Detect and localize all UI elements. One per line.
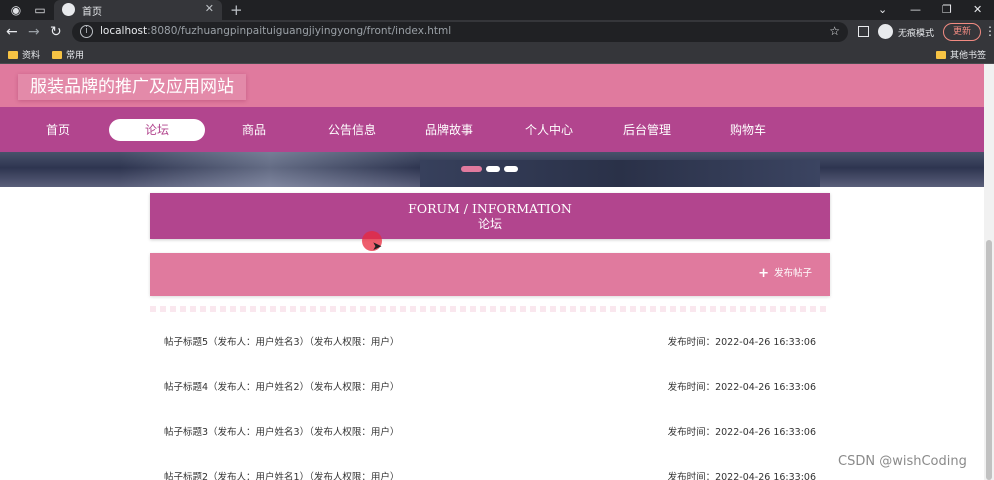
site-title: 服装品牌的推广及应用网站 <box>18 74 246 100</box>
folder-icon <box>936 51 946 59</box>
bookmark-folder-ziliao[interactable]: 资料 <box>8 48 40 61</box>
browser-tab-title: 首页 <box>82 7 102 18</box>
globe-icon[interactable]: ◉ <box>8 2 24 18</box>
tab-search-icon[interactable]: ⌄ <box>878 0 887 20</box>
incognito-label[interactable]: 无痕模式 <box>898 26 934 39</box>
carousel-dot[interactable] <box>504 166 518 172</box>
publish-post-label: 发布帖子 <box>773 268 812 279</box>
bookmark-folder-other[interactable]: 其他书签 <box>936 48 986 61</box>
mouse-cursor-highlight: ➤ <box>362 231 383 253</box>
forum-heading-cn: 论坛 <box>477 217 502 231</box>
main-nav: 首页 论坛 商品 公告信息 品牌故事 个人中心 后台管理 购物车 <box>0 107 994 152</box>
list-item[interactable]: 帖子标题3（发布人：用户姓名3）（发布人权限：用户） 发布时间：2022-04-… <box>150 402 830 447</box>
forum-heading: FORUM / INFORMATION 论坛 <box>150 193 830 239</box>
bookmark-folder-changyong[interactable]: 常用 <box>52 48 84 61</box>
forum-heading-en: FORUM / INFORMATION <box>408 201 572 216</box>
folder-icon <box>8 51 18 59</box>
back-icon[interactable]: ← <box>6 23 18 41</box>
nav-item-announcements[interactable]: 公告信息 <box>304 119 400 141</box>
nav-item-admin[interactable]: 后台管理 <box>599 119 695 141</box>
post-time: 发布时间：2022-04-26 16:33:06 <box>667 382 816 393</box>
banner-skyline <box>420 160 820 187</box>
nav-item-cart[interactable]: 购物车 <box>700 119 796 141</box>
new-tab-icon[interactable]: + <box>230 0 243 20</box>
nav-item-brand-story[interactable]: 品牌故事 <box>401 119 497 141</box>
update-button[interactable]: 更新 <box>943 23 981 41</box>
list-item[interactable]: 帖子标题5（发布人：用户姓名3）（发布人权限：用户） 发布时间：2022-04-… <box>150 312 830 357</box>
info-icon[interactable]: i <box>80 25 93 38</box>
url-text[interactable]: localhost:8080/fuzhuangpinpaituiguangjiy… <box>100 25 451 37</box>
incognito-icon[interactable] <box>878 24 893 39</box>
nav-item-profile[interactable]: 个人中心 <box>501 119 597 141</box>
nav-item-home[interactable]: 首页 <box>10 119 106 141</box>
watermark: CSDN @wishCoding <box>838 454 967 469</box>
close-window-icon[interactable]: ✕ <box>973 0 982 20</box>
tab-list-icon[interactable]: ▭ <box>32 2 48 18</box>
banner-image <box>120 152 420 187</box>
folder-icon <box>52 51 62 59</box>
bookmarks-bar: 资料 常用 其他书签 <box>0 44 994 64</box>
nav-item-products[interactable]: 商品 <box>206 119 302 141</box>
site-header: 服装品牌的推广及应用网站 <box>0 64 994 107</box>
restore-icon[interactable]: ❐ <box>942 0 952 20</box>
post-list: 帖子标题5（发布人：用户姓名3）（发布人权限：用户） 发布时间：2022-04-… <box>150 304 830 480</box>
close-tab-icon[interactable]: ✕ <box>205 2 214 15</box>
scrollbar-thumb[interactable] <box>986 240 992 480</box>
minimize-icon[interactable]: — <box>910 0 921 20</box>
nav-item-forum[interactable]: 论坛 <box>109 119 205 141</box>
post-title[interactable]: 帖子标题4（发布人：用户姓名2）（发布人权限：用户） <box>164 379 399 393</box>
post-time: 发布时间：2022-04-26 16:33:06 <box>667 472 816 480</box>
post-title[interactable]: 帖子标题2（发布人：用户姓名1）（发布人权限：用户） <box>164 469 399 480</box>
browser-tab-home[interactable]: 首页 ✕ <box>54 0 222 20</box>
carousel-dot-active[interactable] <box>461 166 482 172</box>
side-panel-icon[interactable] <box>858 26 869 37</box>
cursor-arrow-icon: ➤ <box>372 239 383 253</box>
post-action-bar: + 发布帖子 <box>150 253 830 296</box>
publish-post-button[interactable]: + 发布帖子 <box>758 267 812 281</box>
page-scrollbar[interactable] <box>984 64 994 480</box>
post-time: 发布时间：2022-04-26 16:33:06 <box>667 427 816 438</box>
reload-icon[interactable]: ↻ <box>50 23 62 41</box>
forward-icon[interactable]: → <box>28 23 40 41</box>
star-icon[interactable]: ☆ <box>829 24 840 38</box>
post-time: 发布时间：2022-04-26 16:33:06 <box>667 337 816 348</box>
banner-carousel[interactable] <box>0 152 994 187</box>
globe-icon <box>62 3 75 16</box>
address-bar[interactable]: i localhost:8080/fuzhuangpinpaituiguangj… <box>72 22 848 42</box>
list-item[interactable]: 帖子标题4（发布人：用户姓名2）（发布人权限：用户） 发布时间：2022-04-… <box>150 357 830 402</box>
web-page: 服装品牌的推广及应用网站 首页 论坛 商品 公告信息 品牌故事 个人中心 后台管… <box>0 64 994 480</box>
plus-icon: + <box>758 266 769 281</box>
carousel-dot[interactable] <box>486 166 500 172</box>
browser-tab-strip: ◉ ▭ 首页 ✕ + ⌄ — ❐ ✕ <box>0 0 994 20</box>
post-title[interactable]: 帖子标题3（发布人：用户姓名3）（发布人权限：用户） <box>164 424 399 438</box>
post-title[interactable]: 帖子标题5（发布人：用户姓名3）（发布人权限：用户） <box>164 334 399 348</box>
list-item[interactable]: 帖子标题2（发布人：用户姓名1）（发布人权限：用户） 发布时间：2022-04-… <box>150 447 830 480</box>
menu-icon[interactable]: ⋮ <box>984 24 994 38</box>
browser-toolbar: ← → ↻ i localhost:8080/fuzhuangpinpaitui… <box>0 20 994 44</box>
